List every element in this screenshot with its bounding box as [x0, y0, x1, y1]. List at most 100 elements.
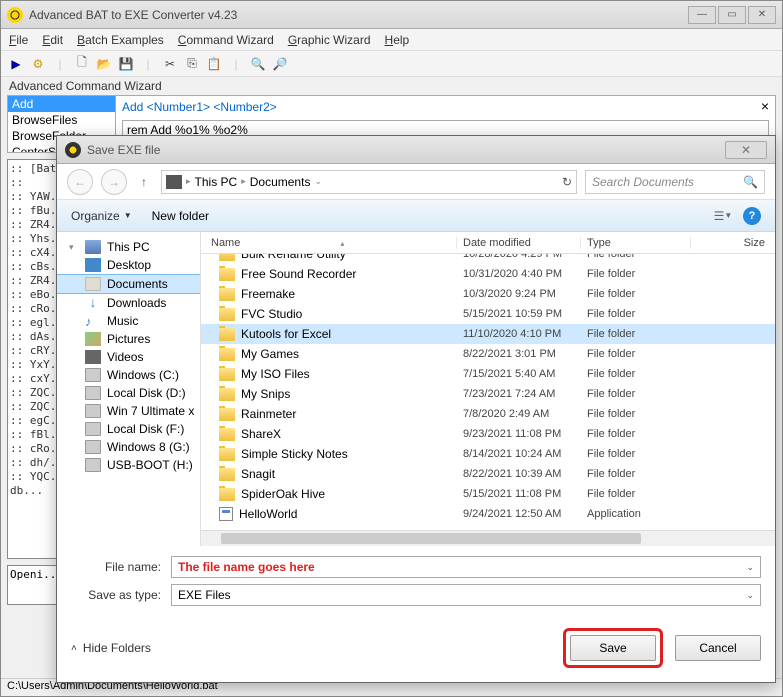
- file-row[interactable]: My Snips7/23/2021 7:24 AMFile folder: [201, 384, 775, 404]
- organize-button[interactable]: Organize▼: [71, 209, 132, 223]
- filename-input[interactable]: The file name goes here ⌄: [171, 556, 761, 578]
- up-button[interactable]: ↑: [135, 173, 153, 191]
- breadcrumb[interactable]: ▸ This PC ▸ Documents ⌄ ↻: [161, 170, 577, 194]
- compile-icon[interactable]: ▶: [7, 55, 25, 73]
- tree-item[interactable]: Pictures: [57, 330, 200, 348]
- file-row[interactable]: Snagit8/22/2021 10:39 AMFile folder: [201, 464, 775, 484]
- breadcrumb-dropdown-icon[interactable]: ⌄: [314, 176, 322, 187]
- dropdown-icon[interactable]: ⌄: [746, 562, 754, 573]
- refresh-icon[interactable]: ↻: [562, 175, 572, 189]
- back-button[interactable]: ←: [67, 169, 93, 195]
- zoom-in-icon[interactable]: 🔍: [249, 55, 267, 73]
- app-icon: [7, 7, 23, 23]
- disk-icon: [85, 422, 101, 436]
- column-type[interactable]: Type: [581, 237, 691, 249]
- menu-edit[interactable]: Edit: [42, 33, 63, 47]
- tree-item[interactable]: Documents: [57, 274, 200, 294]
- help-icon[interactable]: ?: [743, 207, 761, 225]
- file-row[interactable]: Rainmeter7/8/2020 2:49 AMFile folder: [201, 404, 775, 424]
- expand-icon[interactable]: ▾: [69, 242, 79, 253]
- breadcrumb-item[interactable]: This PC: [195, 175, 238, 189]
- wizard-syntax: Add <Number1> <Number2>: [116, 96, 775, 118]
- wizard-item[interactable]: BrowseFiles: [8, 112, 115, 128]
- file-row[interactable]: FVC Studio5/15/2021 10:59 PMFile folder: [201, 304, 775, 324]
- main-toolbar: ▶ ⚙ | 🗋 📂 💾 | ✂ ⎘ 📋 | 🔍 🔎: [1, 51, 782, 77]
- tree-item[interactable]: Windows 8 (G:): [57, 438, 200, 456]
- file-row[interactable]: Bulk Rename Utility10/28/2020 4:29 PMFil…: [201, 254, 775, 264]
- file-row[interactable]: Simple Sticky Notes8/14/2021 10:24 AMFil…: [201, 444, 775, 464]
- breadcrumb-item[interactable]: Documents: [250, 175, 311, 189]
- music-icon: ♪: [85, 314, 101, 328]
- chevron-right-icon: ▸: [241, 176, 246, 187]
- maximize-button[interactable]: ▭: [718, 6, 746, 24]
- disk-icon: [85, 368, 101, 382]
- tree-item[interactable]: Win 7 Ultimate x: [57, 402, 200, 420]
- annotation-text: The file name goes here: [178, 560, 315, 574]
- tree-this-pc[interactable]: ▾ This PC: [57, 238, 200, 256]
- list-header: Name▴ Date modified Type Size: [201, 232, 775, 254]
- dropdown-icon[interactable]: ⌄: [746, 590, 754, 601]
- down-icon: ↓: [85, 296, 101, 310]
- minimize-button[interactable]: —: [688, 6, 716, 24]
- horizontal-scrollbar[interactable]: [201, 530, 775, 546]
- column-date[interactable]: Date modified: [457, 237, 581, 249]
- build-icon[interactable]: ⚙: [29, 55, 47, 73]
- hide-folders-button[interactable]: ˄ Hide Folders: [71, 641, 151, 655]
- tree-item[interactable]: ♪Music: [57, 312, 200, 330]
- wizard-item[interactable]: Add: [8, 96, 115, 112]
- file-row[interactable]: Freemake10/3/2020 9:24 PMFile folder: [201, 284, 775, 304]
- folder-icon: [219, 288, 235, 301]
- app-title: Advanced BAT to EXE Converter v4.23: [29, 8, 688, 22]
- tree-item[interactable]: Local Disk (F:): [57, 420, 200, 438]
- desk-icon: [85, 258, 101, 272]
- cancel-button[interactable]: Cancel: [675, 635, 761, 661]
- column-size[interactable]: Size: [691, 237, 775, 249]
- copy-icon[interactable]: ⎘: [183, 55, 201, 73]
- filename-label: File name:: [71, 560, 171, 574]
- menu-help[interactable]: Help: [385, 33, 410, 47]
- vid-icon: [85, 350, 101, 364]
- save-button[interactable]: Save: [570, 635, 656, 661]
- saveas-type-select[interactable]: EXE Files ⌄: [171, 584, 761, 606]
- file-row[interactable]: Kutools for Excel11/10/2020 4:10 PMFile …: [201, 324, 775, 344]
- menu-file[interactable]: File: [9, 33, 28, 47]
- save-icon[interactable]: 💾: [117, 55, 135, 73]
- sep: |: [51, 55, 69, 73]
- menu-batch-examples[interactable]: Batch Examples: [77, 33, 164, 47]
- column-name[interactable]: Name▴: [201, 237, 457, 249]
- tree-item[interactable]: ↓Downloads: [57, 294, 200, 312]
- dialog-close-button[interactable]: ✕: [725, 141, 767, 159]
- new-folder-button[interactable]: New folder: [152, 209, 209, 223]
- forward-button[interactable]: →: [101, 169, 127, 195]
- tree-item[interactable]: Local Disk (D:): [57, 384, 200, 402]
- menu-command-wizard[interactable]: Command Wizard: [178, 33, 274, 47]
- doc-icon: [85, 277, 101, 291]
- file-row[interactable]: My ISO Files7/15/2021 5:40 AMFile folder: [201, 364, 775, 384]
- search-input[interactable]: Search Documents 🔍: [585, 170, 765, 194]
- menu-graphic-wizard[interactable]: Graphic Wizard: [288, 33, 371, 47]
- sep: |: [227, 55, 245, 73]
- folder-icon: [219, 428, 235, 441]
- tree-item[interactable]: USB-BOOT (H:): [57, 456, 200, 474]
- view-options-button[interactable]: ☰ ▼: [713, 207, 733, 225]
- file-row[interactable]: ShareX9/23/2021 11:08 PMFile folder: [201, 424, 775, 444]
- close-button[interactable]: ✕: [748, 6, 776, 24]
- folder-icon: [219, 408, 235, 421]
- file-row[interactable]: Free Sound Recorder10/31/2020 4:40 PMFil…: [201, 264, 775, 284]
- dialog-toolbar: Organize▼ New folder ☰ ▼ ?: [57, 200, 775, 232]
- tree-item[interactable]: Windows (C:): [57, 366, 200, 384]
- file-row[interactable]: SpiderOak Hive5/15/2021 11:08 PMFile fol…: [201, 484, 775, 504]
- wizard-close-icon[interactable]: ×: [761, 98, 769, 114]
- dialog-icon: [65, 142, 81, 158]
- tree-item[interactable]: Videos: [57, 348, 200, 366]
- paste-icon[interactable]: 📋: [205, 55, 223, 73]
- chevron-up-icon: ˄: [71, 643, 77, 654]
- file-row[interactable]: My Games8/22/2021 3:01 PMFile folder: [201, 344, 775, 364]
- file-row[interactable]: HelloWorld9/24/2021 12:50 AMApplication: [201, 504, 775, 524]
- new-icon[interactable]: 🗋: [73, 55, 91, 73]
- cut-icon[interactable]: ✂: [161, 55, 179, 73]
- zoom-out-icon[interactable]: 🔎: [271, 55, 289, 73]
- tree-item[interactable]: Desktop: [57, 256, 200, 274]
- folder-icon: [219, 368, 235, 381]
- open-icon[interactable]: 📂: [95, 55, 113, 73]
